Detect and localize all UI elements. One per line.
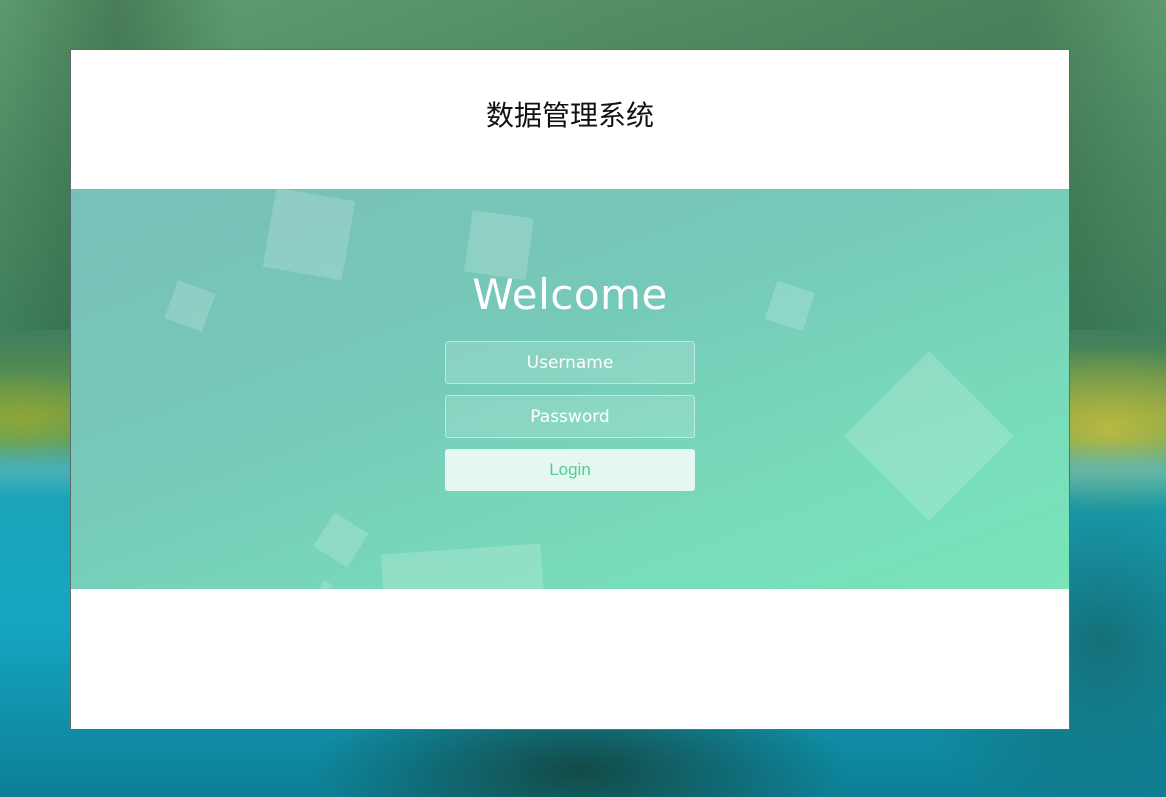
page-title: 数据管理系统 [485, 99, 654, 132]
login-card: 数据管理系统 Welcome Login [70, 49, 1070, 730]
login-button[interactable]: Login [445, 449, 695, 491]
welcome-heading: Welcome [472, 270, 668, 319]
username-input[interactable] [445, 341, 695, 384]
decorative-square [319, 580, 333, 589]
decorative-square [380, 543, 548, 589]
header: 数据管理系统 [71, 50, 1069, 189]
login-panel: Welcome Login [71, 189, 1069, 589]
footer-area [71, 589, 1069, 729]
decorative-square [844, 351, 1014, 521]
decorative-square [262, 189, 356, 281]
decorative-square [313, 512, 369, 568]
password-input[interactable] [445, 395, 695, 438]
